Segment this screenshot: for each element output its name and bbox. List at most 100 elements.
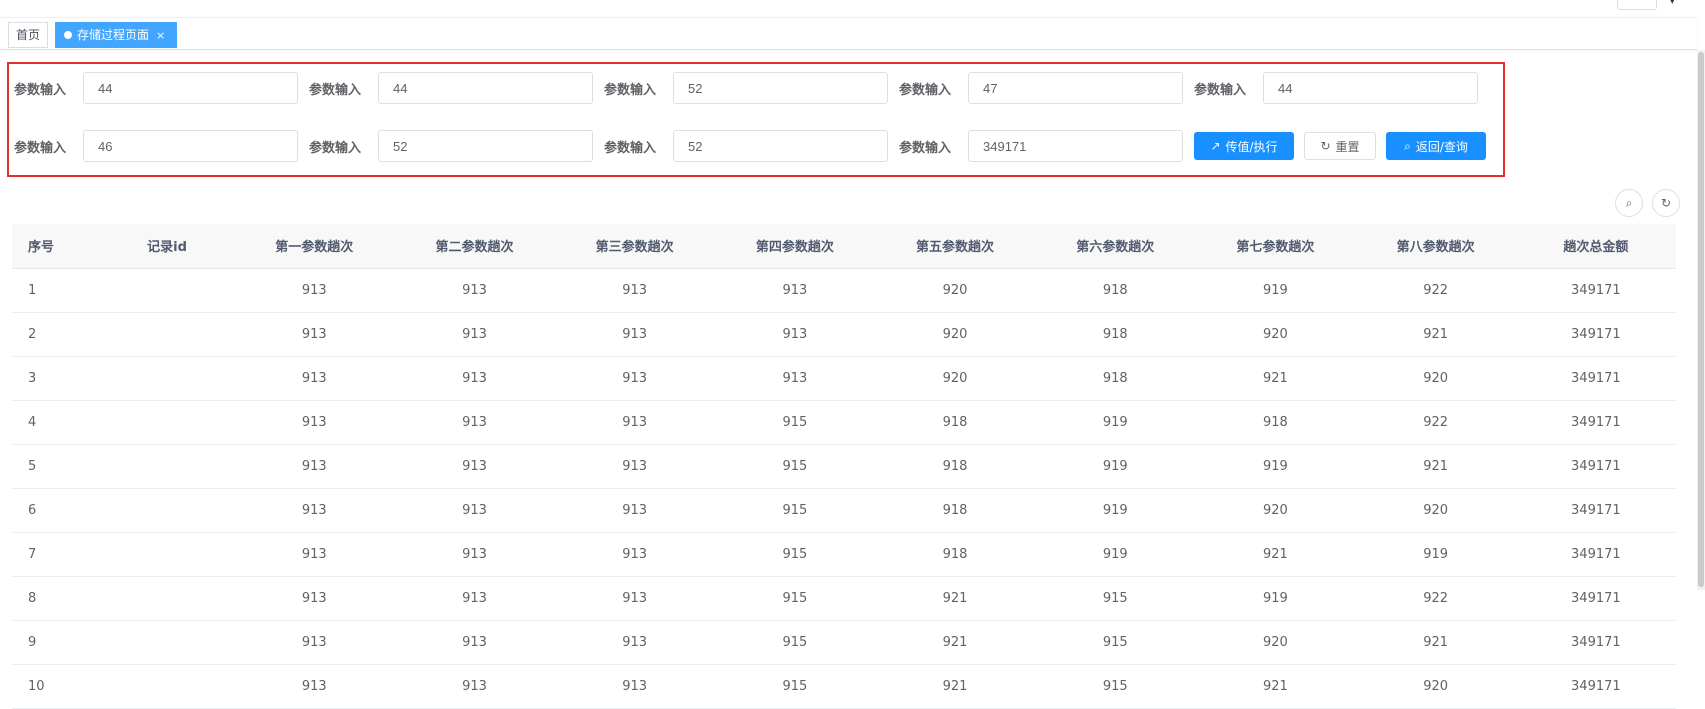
table-cell: 4 — [12, 400, 100, 445]
param-input[interactable] — [673, 72, 888, 104]
table-cell: 349171 — [1515, 620, 1676, 665]
scrollbar-thumb[interactable] — [1698, 52, 1704, 587]
table-cell: 918 — [1035, 268, 1196, 313]
table-cell: 920 — [874, 356, 1036, 401]
table-cell: 913 — [394, 444, 555, 489]
table-cell: 913 — [234, 268, 395, 313]
param-input[interactable] — [83, 130, 298, 162]
form-row-1: 参数输入 参数输入 参数输入 参数输入 参数输入 — [14, 72, 1489, 104]
param-label: 参数输入 — [899, 82, 952, 98]
table-row[interactable]: 3 913 913 913 913 920 918 921 920 349171 — [12, 356, 1676, 401]
table-cell: 913 — [394, 620, 555, 665]
table-cell: 349171 — [1515, 444, 1676, 489]
table-cell: 913 — [554, 576, 715, 621]
table-cell: 920 — [1195, 488, 1356, 533]
table-cell: 349171 — [1515, 400, 1676, 445]
column-header[interactable]: 第六参数趟次 — [1035, 224, 1196, 269]
table-cell: 920 — [1195, 620, 1356, 665]
param-field: 参数输入 — [604, 130, 888, 162]
table-cell: 913 — [554, 532, 715, 577]
table-row[interactable]: 5 913 913 913 915 918 919 919 921 349171 — [12, 444, 1676, 489]
table-cell: 922 — [1355, 400, 1516, 445]
table-cell: 913 — [394, 400, 555, 445]
table-cell: 913 — [554, 356, 715, 401]
table-cell — [99, 576, 235, 621]
column-header[interactable]: 第三参数趟次 — [554, 224, 715, 269]
table-cell: 913 — [554, 620, 715, 665]
table-cell: 920 — [1355, 664, 1516, 709]
param-field: 参数输入 — [604, 72, 888, 104]
table-cell: 915 — [714, 532, 875, 577]
refresh-button[interactable]: ↻ — [1652, 189, 1680, 217]
table-cell: 920 — [874, 312, 1036, 357]
param-input[interactable] — [83, 72, 298, 104]
table-cell: 913 — [554, 312, 715, 357]
table-row[interactable]: 4 913 913 913 915 918 919 918 922 349171 — [12, 400, 1676, 445]
table-row[interactable]: 7 913 913 913 915 918 919 921 919 349171 — [12, 532, 1676, 577]
refresh-icon: ↻ — [1660, 196, 1672, 210]
table-cell: 913 — [714, 312, 875, 357]
table-cell: 915 — [714, 444, 875, 489]
column-header[interactable]: 第一参数趟次 — [234, 224, 395, 269]
table-cell: 10 — [12, 664, 100, 709]
param-input[interactable] — [1263, 72, 1478, 104]
caret-down-icon[interactable]: ▾ — [1669, 0, 1675, 7]
user-avatar-box[interactable] — [1617, 0, 1657, 10]
param-field: 参数输入 — [309, 72, 593, 104]
table-row[interactable]: 1 913 913 913 913 920 918 919 922 349171 — [12, 268, 1676, 313]
param-label: 参数输入 — [309, 82, 362, 98]
table-cell: 915 — [714, 620, 875, 665]
column-header[interactable]: 第四参数趟次 — [714, 224, 875, 269]
table-row[interactable]: 8 913 913 913 915 921 915 919 922 349171 — [12, 576, 1676, 621]
table-cell: 915 — [714, 488, 875, 533]
table-cell: 913 — [234, 576, 395, 621]
param-label: 参数输入 — [1194, 82, 1247, 98]
table-cell: 8 — [12, 576, 100, 621]
table-cell: 921 — [1355, 620, 1516, 665]
table-row[interactable]: 2 913 913 913 913 920 918 920 921 349171 — [12, 312, 1676, 357]
table-cell: 913 — [234, 532, 395, 577]
param-input[interactable] — [968, 130, 1183, 162]
table-cell: 913 — [234, 356, 395, 401]
column-header[interactable]: 序号 — [12, 224, 100, 269]
param-field: 参数输入 — [1194, 72, 1478, 104]
column-header[interactable]: 记录id — [99, 224, 235, 269]
search-toggle-button[interactable]: ⌕ — [1615, 189, 1643, 217]
table-cell: 920 — [1355, 488, 1516, 533]
table-body: 1 913 913 913 913 920 918 919 922 349171 2 913 913 91… — [12, 268, 1676, 709]
table-cell: 919 — [1195, 268, 1356, 313]
table-cell — [99, 356, 235, 401]
table-cell — [99, 268, 235, 313]
param-field: 参数输入 — [309, 130, 593, 162]
query-button[interactable]: ⌕ 返回/查询 — [1386, 132, 1486, 160]
column-header[interactable]: 第二参数趟次 — [394, 224, 555, 269]
table-cell: 919 — [1035, 400, 1196, 445]
column-header[interactable]: 第七参数趟次 — [1195, 224, 1356, 269]
tag-stored-procedure-page[interactable]: 存储过程页面 × — [55, 22, 177, 48]
table-cell: 918 — [874, 444, 1036, 489]
param-input[interactable] — [673, 130, 888, 162]
param-input[interactable] — [378, 72, 593, 104]
execute-button[interactable]: ↗ 传值/执行 — [1194, 132, 1294, 160]
tag-active-label: 存储过程页面 — [77, 28, 150, 42]
table-row[interactable]: 10 913 913 913 915 921 915 921 920 349171 — [12, 664, 1676, 709]
table-cell: 2 — [12, 312, 100, 357]
param-input[interactable] — [378, 130, 593, 162]
table-cell: 913 — [554, 400, 715, 445]
table-cell: 913 — [714, 268, 875, 313]
close-icon[interactable]: × — [156, 29, 165, 42]
column-header[interactable]: 第五参数趟次 — [874, 224, 1036, 269]
param-input[interactable] — [968, 72, 1183, 104]
tag-home[interactable]: 首页 — [8, 22, 48, 48]
table-cell — [99, 488, 235, 533]
column-header[interactable]: 第八参数趟次 — [1355, 224, 1516, 269]
table-row[interactable]: 9 913 913 913 915 921 915 920 921 349171 — [12, 620, 1676, 665]
reset-button[interactable]: ↻ 重置 — [1304, 132, 1376, 160]
table-row[interactable]: 6 913 913 913 915 918 919 920 920 349171 — [12, 488, 1676, 533]
table-cell: 921 — [1195, 664, 1356, 709]
table-cell: 918 — [1035, 312, 1196, 357]
table-cell: 918 — [1035, 356, 1196, 401]
table-cell: 915 — [714, 400, 875, 445]
column-header[interactable]: 趟次总金额 — [1515, 224, 1676, 269]
table-cell: 915 — [714, 664, 875, 709]
